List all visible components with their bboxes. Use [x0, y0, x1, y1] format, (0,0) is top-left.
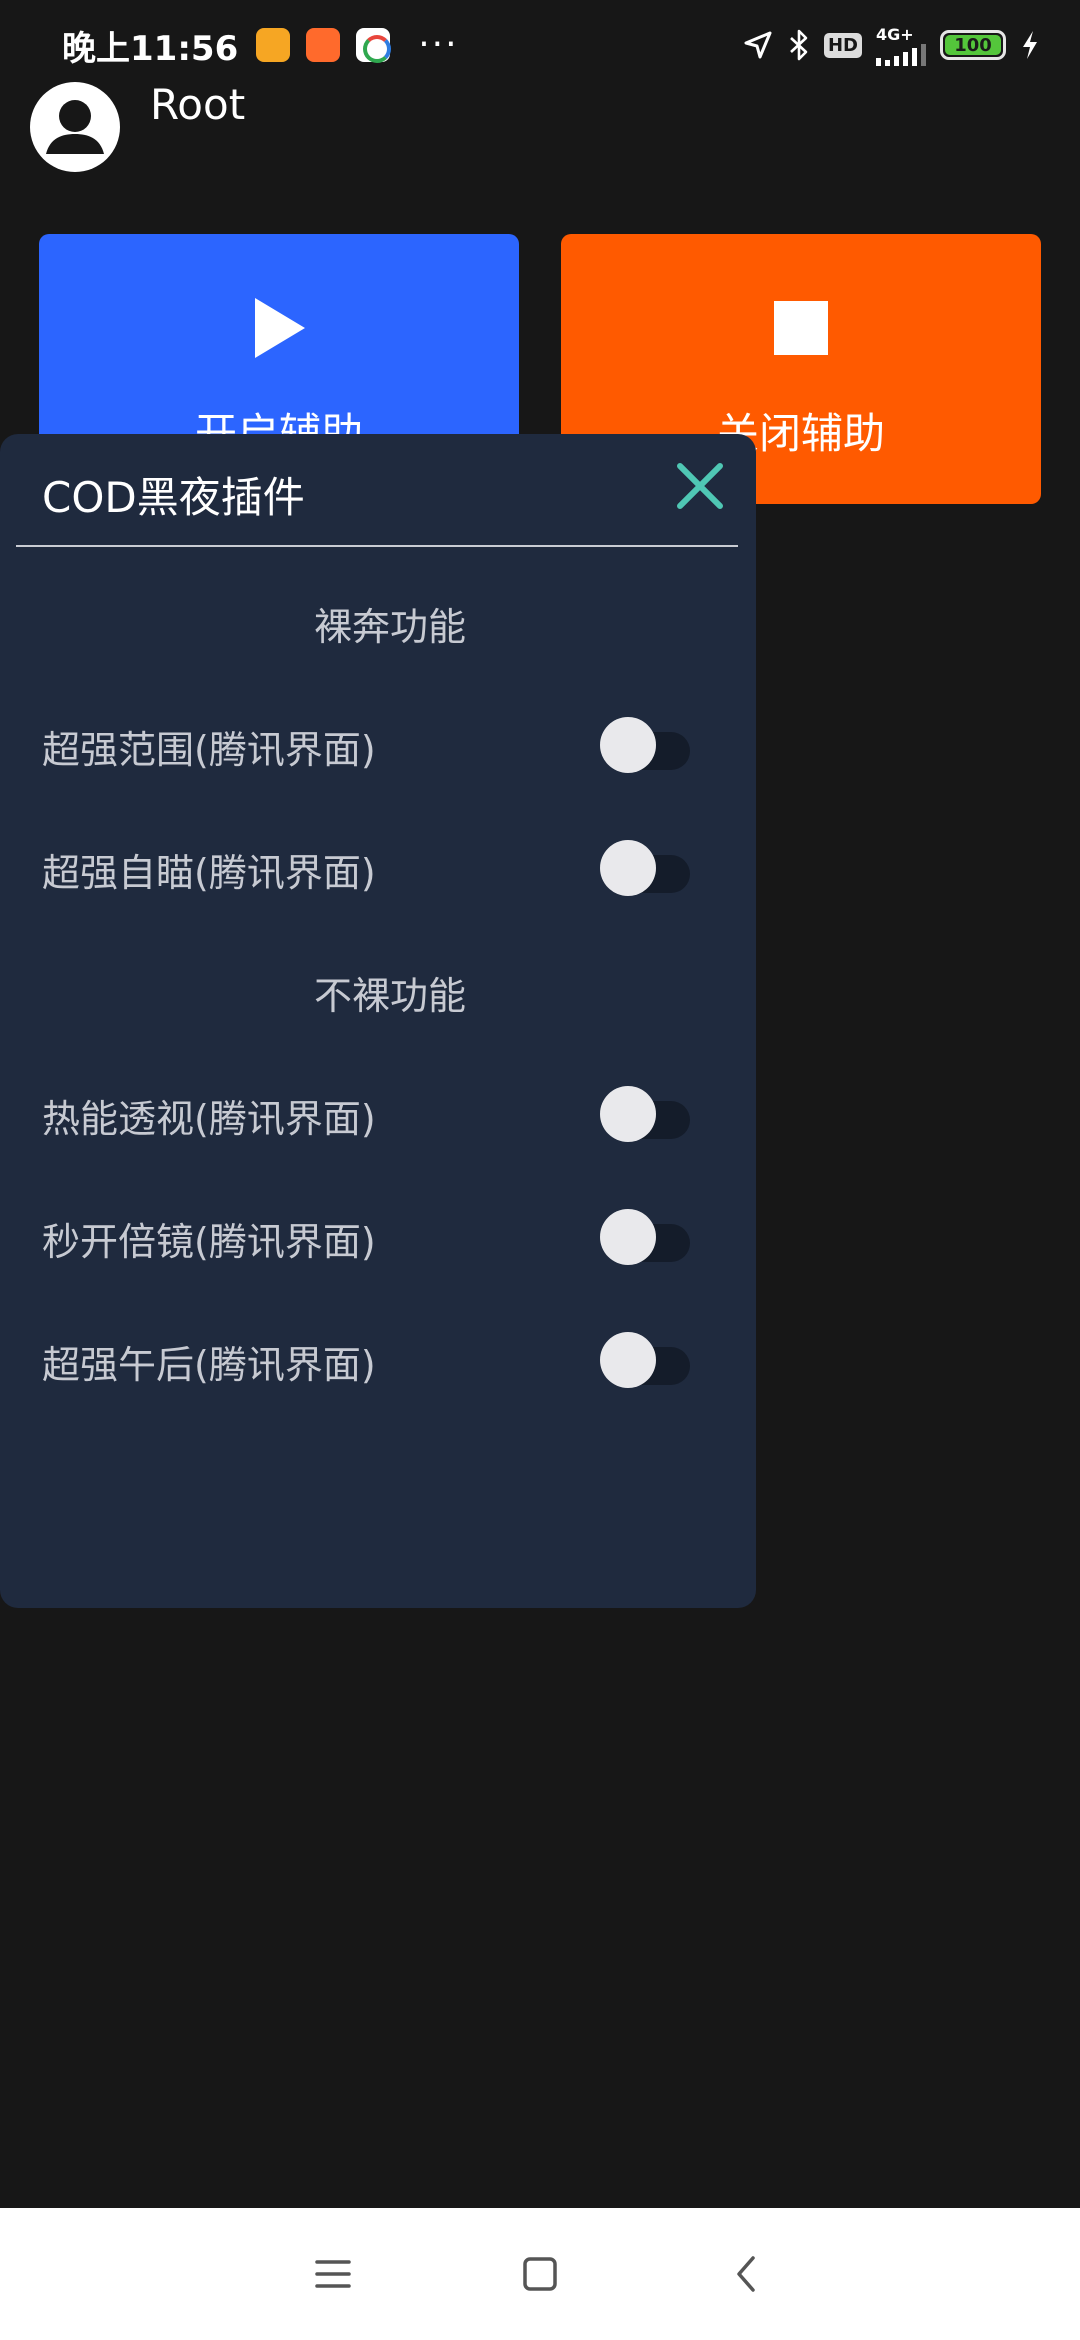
toggle-knob	[600, 1086, 656, 1142]
panel-divider	[16, 545, 738, 547]
section-title: 裸奔功能	[313, 605, 466, 649]
recent-apps-button[interactable]	[303, 2244, 363, 2304]
menu-icon	[315, 2260, 352, 2288]
battery-indicator: 100	[940, 30, 1006, 60]
user-name: Root	[150, 80, 246, 129]
option-label: 秒开倍镜(腾讯界面)	[42, 1219, 376, 1264]
signal-icon	[876, 43, 926, 66]
back-button[interactable]	[717, 2244, 777, 2304]
plugin-panel[interactable]: COD黑夜插件 裸奔功能 不裸功能 超强范围(腾讯界面) 超强自瞄(腾讯界面) 热能透…	[0, 434, 756, 1608]
signal-indicator: 4G+	[876, 25, 926, 66]
option-label: 热能透视(腾讯界面)	[42, 1096, 376, 1141]
option-row: 秒开倍镜(腾讯界面)	[42, 1198, 692, 1278]
stop-icon	[773, 296, 829, 360]
battery-level: 100	[945, 35, 1001, 56]
back-icon	[736, 2256, 755, 2292]
notification-icons: ···	[256, 27, 458, 63]
option-toggle[interactable]	[600, 1332, 692, 1390]
close-icon	[677, 463, 723, 509]
status-indicators: HD 4G+ 100	[742, 25, 1040, 66]
bluetooth-icon	[790, 29, 808, 61]
option-toggle[interactable]	[600, 1209, 692, 1267]
shopping-app-icon	[306, 28, 341, 62]
user-icon	[46, 100, 104, 154]
play-icon	[251, 296, 307, 360]
location-icon	[744, 31, 772, 59]
status-bar: 晚上11:56 ··· HD 4G+ 100	[0, 0, 1080, 90]
option-row: 热能透视(腾讯界面)	[42, 1075, 692, 1155]
toggle-knob	[600, 1209, 656, 1265]
option-row: 超强范围(腾讯界面)	[42, 706, 692, 786]
option-toggle[interactable]	[600, 1086, 692, 1144]
option-label: 超强范围(腾讯界面)	[42, 727, 376, 772]
toggle-knob	[600, 840, 656, 896]
status-time: 晚上11:56	[62, 28, 239, 69]
chrome-app-icon	[356, 28, 392, 63]
message-app-icon	[256, 28, 291, 62]
toggle-knob	[600, 717, 656, 773]
navigation-bar	[0, 2208, 1080, 2340]
more-notifications-icon: ···	[418, 24, 459, 65]
close-panel-button[interactable]	[672, 458, 728, 514]
option-row: 超强午后(腾讯界面)	[42, 1321, 692, 1401]
section-title: 不裸功能	[313, 974, 466, 1018]
option-toggle[interactable]	[600, 840, 692, 898]
network-type: 4G+	[876, 24, 914, 44]
user-avatar[interactable]	[30, 82, 120, 172]
panel-title: COD黑夜插件	[42, 473, 305, 522]
home-button[interactable]	[510, 2244, 570, 2304]
option-label: 超强自瞄(腾讯界面)	[42, 850, 376, 895]
option-row: 超强自瞄(腾讯界面)	[42, 829, 692, 909]
hd-badge: HD	[823, 32, 862, 58]
charging-icon	[1023, 31, 1037, 59]
option-toggle[interactable]	[600, 717, 692, 775]
app-screen: 晚上11:56 ··· HD 4G+ 100 Root 关闭辅助 COD黑夜插件…	[0, 0, 1080, 2340]
option-label: 超强午后(腾讯界面)	[42, 1342, 376, 1387]
home-icon	[523, 2257, 557, 2291]
toggle-knob	[600, 1332, 656, 1388]
